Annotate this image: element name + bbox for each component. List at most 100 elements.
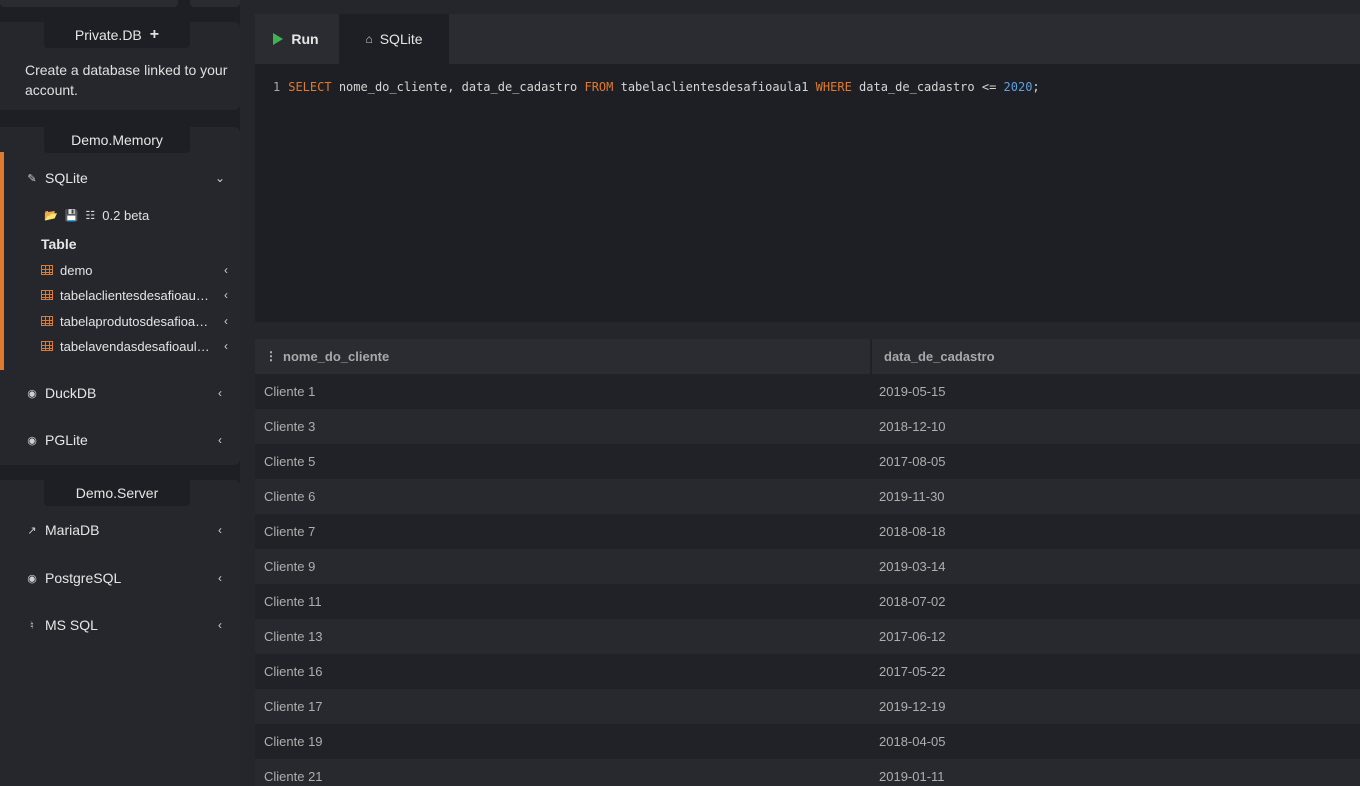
sidebar-item-postgresql[interactable]: ◉ PostgreSQL ‹ <box>0 563 240 593</box>
sidebar-item-mariadb[interactable]: ↗ MariaDB ‹ <box>0 515 240 545</box>
chevron-left-icon[interactable]: ‹ <box>210 571 230 585</box>
cell-nome[interactable]: Cliente 21 <box>264 769 323 784</box>
plus-icon[interactable]: + <box>150 27 159 43</box>
elephant-icon: ◉ <box>27 434 37 447</box>
cell-data[interactable]: 2017-08-05 <box>879 454 946 469</box>
table-row[interactable]: Cliente 13 2017-06-12 <box>255 619 1360 654</box>
table-item-demo[interactable]: demo ‹ <box>0 259 240 281</box>
cell-nome[interactable]: Cliente 17 <box>264 699 323 714</box>
sidebar-item-label: PostgreSQL <box>45 570 122 586</box>
table-row[interactable]: Cliente 19 2018-04-05 <box>255 724 1360 759</box>
sql-editor[interactable]: 1 SELECT nome_do_cliente, data_de_cadastr… <box>255 64 1360 322</box>
sidebar-item-label: PGLite <box>45 432 88 448</box>
cell-data[interactable]: 2018-04-05 <box>879 734 946 749</box>
sidebar-item-duckdb[interactable]: ◉ DuckDB ‹ <box>0 378 240 408</box>
column-header-data[interactable]: data_de_cadastro <box>884 349 995 364</box>
cell-nome[interactable]: Cliente 9 <box>264 559 315 574</box>
column-divider[interactable] <box>870 339 872 374</box>
table-row[interactable]: Cliente 21 2019-01-11 <box>255 759 1360 786</box>
chevron-left-icon[interactable]: ‹ <box>210 618 230 632</box>
cell-data[interactable]: 2018-08-18 <box>879 524 946 539</box>
sidebar-item-pglite[interactable]: ◉ PGLite ‹ <box>0 425 240 455</box>
line-number: 1 <box>273 80 281 94</box>
column-header-nome[interactable]: nome_do_cliente <box>283 349 389 364</box>
tab-sqlite[interactable]: ⌂ SQLite <box>339 14 449 64</box>
chevron-left-icon[interactable]: ‹ <box>210 523 230 537</box>
chevron-left-icon[interactable]: ‹ <box>224 314 228 328</box>
chevron-left-icon[interactable]: ‹ <box>210 433 230 447</box>
demo-memory-tab[interactable]: Demo.Memory <box>44 127 190 153</box>
table-row[interactable]: Cliente 7 2018-08-18 <box>255 514 1360 549</box>
elephant-icon: ◉ <box>27 572 37 585</box>
table-row[interactable]: Cliente 3 2018-12-10 <box>255 409 1360 444</box>
cell-nome[interactable]: Cliente 5 <box>264 454 315 469</box>
cell-data[interactable]: 2019-12-19 <box>879 699 946 714</box>
keyword-select: SELECT <box>288 80 332 94</box>
cell-data[interactable]: 2017-06-12 <box>879 629 946 644</box>
folder-open-icon[interactable]: 📂 <box>44 209 58 222</box>
cell-data[interactable]: 2019-01-11 <box>879 769 945 784</box>
table-icon <box>41 265 53 275</box>
chevron-left-icon[interactable]: ‹ <box>210 386 230 400</box>
private-db-tab[interactable]: Private.DB + <box>44 22 190 48</box>
demo-server-tab[interactable]: Demo.Server <box>44 480 190 506</box>
cell-nome[interactable]: Cliente 7 <box>264 524 315 539</box>
sitemap-icon[interactable]: ☷ <box>85 209 95 222</box>
table-item-produtos[interactable]: tabelaprodutosdesafioaula1 ‹ <box>0 310 240 332</box>
cell-nome[interactable]: Cliente 11 <box>264 594 322 609</box>
table-row[interactable]: Cliente 11 2018-07-02 <box>255 584 1360 619</box>
results-header: ⋮ nome_do_cliente data_de_cadastro <box>255 339 1360 374</box>
toolbar: Run ⌂ SQLite <box>255 14 1360 64</box>
server-icon: ♮ <box>30 619 34 632</box>
cell-nome[interactable]: Cliente 3 <box>264 419 315 434</box>
private-db-title: Private.DB <box>74 27 142 43</box>
table-section-label: Table <box>41 236 77 252</box>
duck-icon: ◉ <box>27 387 37 400</box>
save-icon[interactable]: 💾 <box>65 209 79 222</box>
code-line[interactable]: 1 SELECT nome_do_cliente, data_de_cadastr… <box>273 80 1040 94</box>
sqlite-tools: 📂 💾 ☷ 0.2 beta <box>44 206 149 224</box>
sidebar-item-mssql[interactable]: ♮ MS SQL ‹ <box>0 610 240 640</box>
table-icon <box>41 316 53 326</box>
cell-data[interactable]: 2019-11-30 <box>879 489 945 504</box>
cell-data[interactable]: 2019-03-14 <box>879 559 946 574</box>
table-icon <box>41 341 53 351</box>
cell-nome[interactable]: Cliente 1 <box>264 384 315 399</box>
sidebar-item-label: MariaDB <box>45 522 100 538</box>
chevron-down-icon[interactable]: ⌄ <box>210 171 230 185</box>
cell-data[interactable]: 2018-12-10 <box>879 419 946 434</box>
sqlite-version: 0.2 beta <box>102 207 150 223</box>
home-icon: ⌂ <box>365 32 373 46</box>
top-stubs <box>0 0 240 8</box>
cell-nome[interactable]: Cliente 13 <box>264 629 323 644</box>
table-row[interactable]: Cliente 1 2019-05-15 <box>255 374 1360 409</box>
table-row[interactable]: Cliente 17 2019-12-19 <box>255 689 1360 724</box>
chevron-left-icon[interactable]: ‹ <box>224 263 228 277</box>
cell-data[interactable]: 2019-05-15 <box>879 384 946 399</box>
table-item-label: tabelaclientesdesafioaula1 <box>60 287 210 303</box>
keyword-from: FROM <box>584 80 614 94</box>
demo-memory-title: Demo.Memory <box>71 132 163 148</box>
chevron-left-icon[interactable]: ‹ <box>224 339 228 353</box>
cell-nome[interactable]: Cliente 6 <box>264 489 315 504</box>
cell-data[interactable]: 2017-05-22 <box>879 664 946 679</box>
run-button[interactable]: Run <box>255 14 337 64</box>
cell-data[interactable]: 2018-07-02 <box>879 594 946 609</box>
tab-label: SQLite <box>379 31 423 47</box>
table-item-clientes[interactable]: tabelaclientesdesafioaula1 ‹ <box>0 284 240 306</box>
sidebar: Private.DB + Create a database linked to… <box>0 0 240 786</box>
table-item-vendas[interactable]: tabelavendasdesafioaula1 ‹ <box>0 335 240 357</box>
cell-nome[interactable]: Cliente 16 <box>264 664 323 679</box>
sidebar-item-label: SQLite <box>45 170 88 186</box>
table-row[interactable]: Cliente 16 2017-05-22 <box>255 654 1360 689</box>
table-row[interactable]: Cliente 9 2019-03-14 <box>255 549 1360 584</box>
sidebar-item-sqlite[interactable]: ✎ SQLite ⌄ <box>0 163 240 193</box>
table-item-label: demo <box>60 262 93 278</box>
table-row[interactable]: Cliente 5 2017-08-05 <box>255 444 1360 479</box>
cell-nome[interactable]: Cliente 19 <box>264 734 323 749</box>
sidebar-item-label: DuckDB <box>45 385 97 401</box>
column-menu-icon[interactable]: ⋮ <box>265 349 277 363</box>
chevron-left-icon[interactable]: ‹ <box>224 288 228 302</box>
table-item-label: tabelaprodutosdesafioaula1 <box>60 313 210 329</box>
table-row[interactable]: Cliente 6 2019-11-30 <box>255 479 1360 514</box>
